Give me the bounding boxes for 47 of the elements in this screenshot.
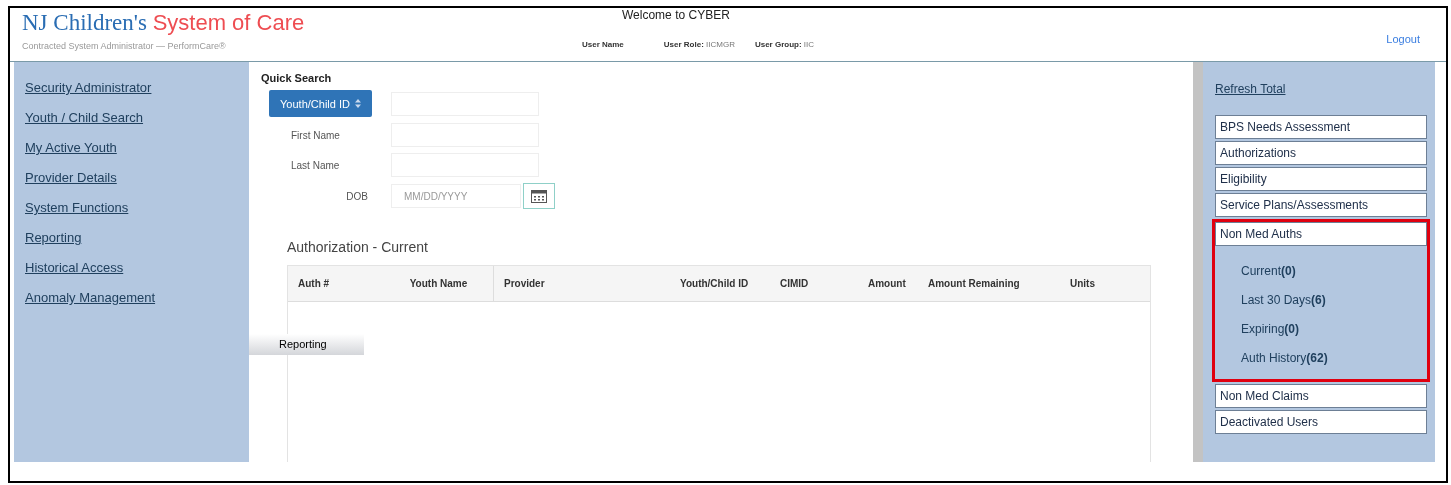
column-header[interactable]: Units: [1060, 266, 1150, 301]
accordion-header[interactable]: Authorizations: [1215, 141, 1427, 165]
column-header[interactable]: CIMID: [770, 266, 858, 301]
field-label: First Name: [290, 129, 341, 141]
accordion-header[interactable]: Non Med Auths: [1215, 222, 1427, 246]
user-group: User Group: IIC: [754, 40, 815, 49]
calendar-icon: [531, 189, 547, 203]
tooltip: Reporting: [249, 334, 364, 355]
sidebar-link[interactable]: Reporting: [25, 228, 82, 247]
accordion-header[interactable]: Eligibility: [1215, 167, 1427, 191]
accordion-header[interactable]: BPS Needs Assessment: [1215, 115, 1427, 139]
section-title: Quick Search: [261, 72, 332, 84]
column-header[interactable]: Auth #: [288, 266, 384, 301]
accordion-header[interactable]: Non Med Claims: [1215, 384, 1427, 408]
table-title: Authorization - Current: [287, 239, 428, 255]
site-title: NJ Children's System of Care: [22, 10, 305, 35]
count-link[interactable]: Current(0): [1241, 264, 1296, 278]
refresh-link[interactable]: Refresh Total: [1215, 82, 1286, 96]
count-link[interactable]: Auth History(62): [1241, 351, 1328, 365]
sidebar-link[interactable]: Security Administrator: [25, 78, 152, 97]
column-header[interactable]: Amount Remaining: [918, 266, 1060, 301]
user-role: User Role: IICMGR: [663, 40, 735, 49]
count-link[interactable]: Last 30 Days(6): [1241, 293, 1326, 307]
sidebar-link[interactable]: Anomaly Management: [25, 288, 156, 307]
id-type-select[interactable]: Youth/Child ID: [269, 90, 372, 117]
column-header[interactable]: Youth/Child ID: [670, 266, 770, 301]
field-label: DOB: [345, 190, 369, 202]
accordion-header[interactable]: Deactivated Users: [1215, 410, 1427, 434]
user-name: User Name: [582, 40, 624, 49]
sidebar-link[interactable]: My Active Youth: [25, 138, 117, 157]
accordion-header[interactable]: Service Plans/Assessments: [1215, 193, 1427, 217]
column-header[interactable]: Provider: [494, 266, 670, 301]
site-subtitle: Contracted System Administrator — PerformCare®: [22, 41, 227, 51]
sidebar-link[interactable]: Provider Details: [25, 168, 117, 187]
calendar-button[interactable]: [523, 183, 555, 209]
sidebar-link[interactable]: Historical Access: [25, 258, 124, 277]
sidebar-link[interactable]: System Functions: [25, 198, 129, 217]
logout-link[interactable]: Logout: [1386, 33, 1420, 45]
count-link[interactable]: Expiring(0): [1241, 322, 1300, 336]
scrollbar[interactable]: [1193, 62, 1203, 462]
column-header[interactable]: Amount: [858, 266, 918, 301]
column-header[interactable]: Youth Name: [384, 266, 494, 301]
sort-arrows-icon: [354, 99, 361, 108]
welcome-text: Welcome to CYBER: [622, 8, 730, 22]
field-label: Last Name: [290, 159, 341, 171]
dob-input-field[interactable]: MM/DD/YYYY: [391, 184, 521, 208]
sidebar-link[interactable]: Youth / Child Search: [25, 108, 144, 127]
